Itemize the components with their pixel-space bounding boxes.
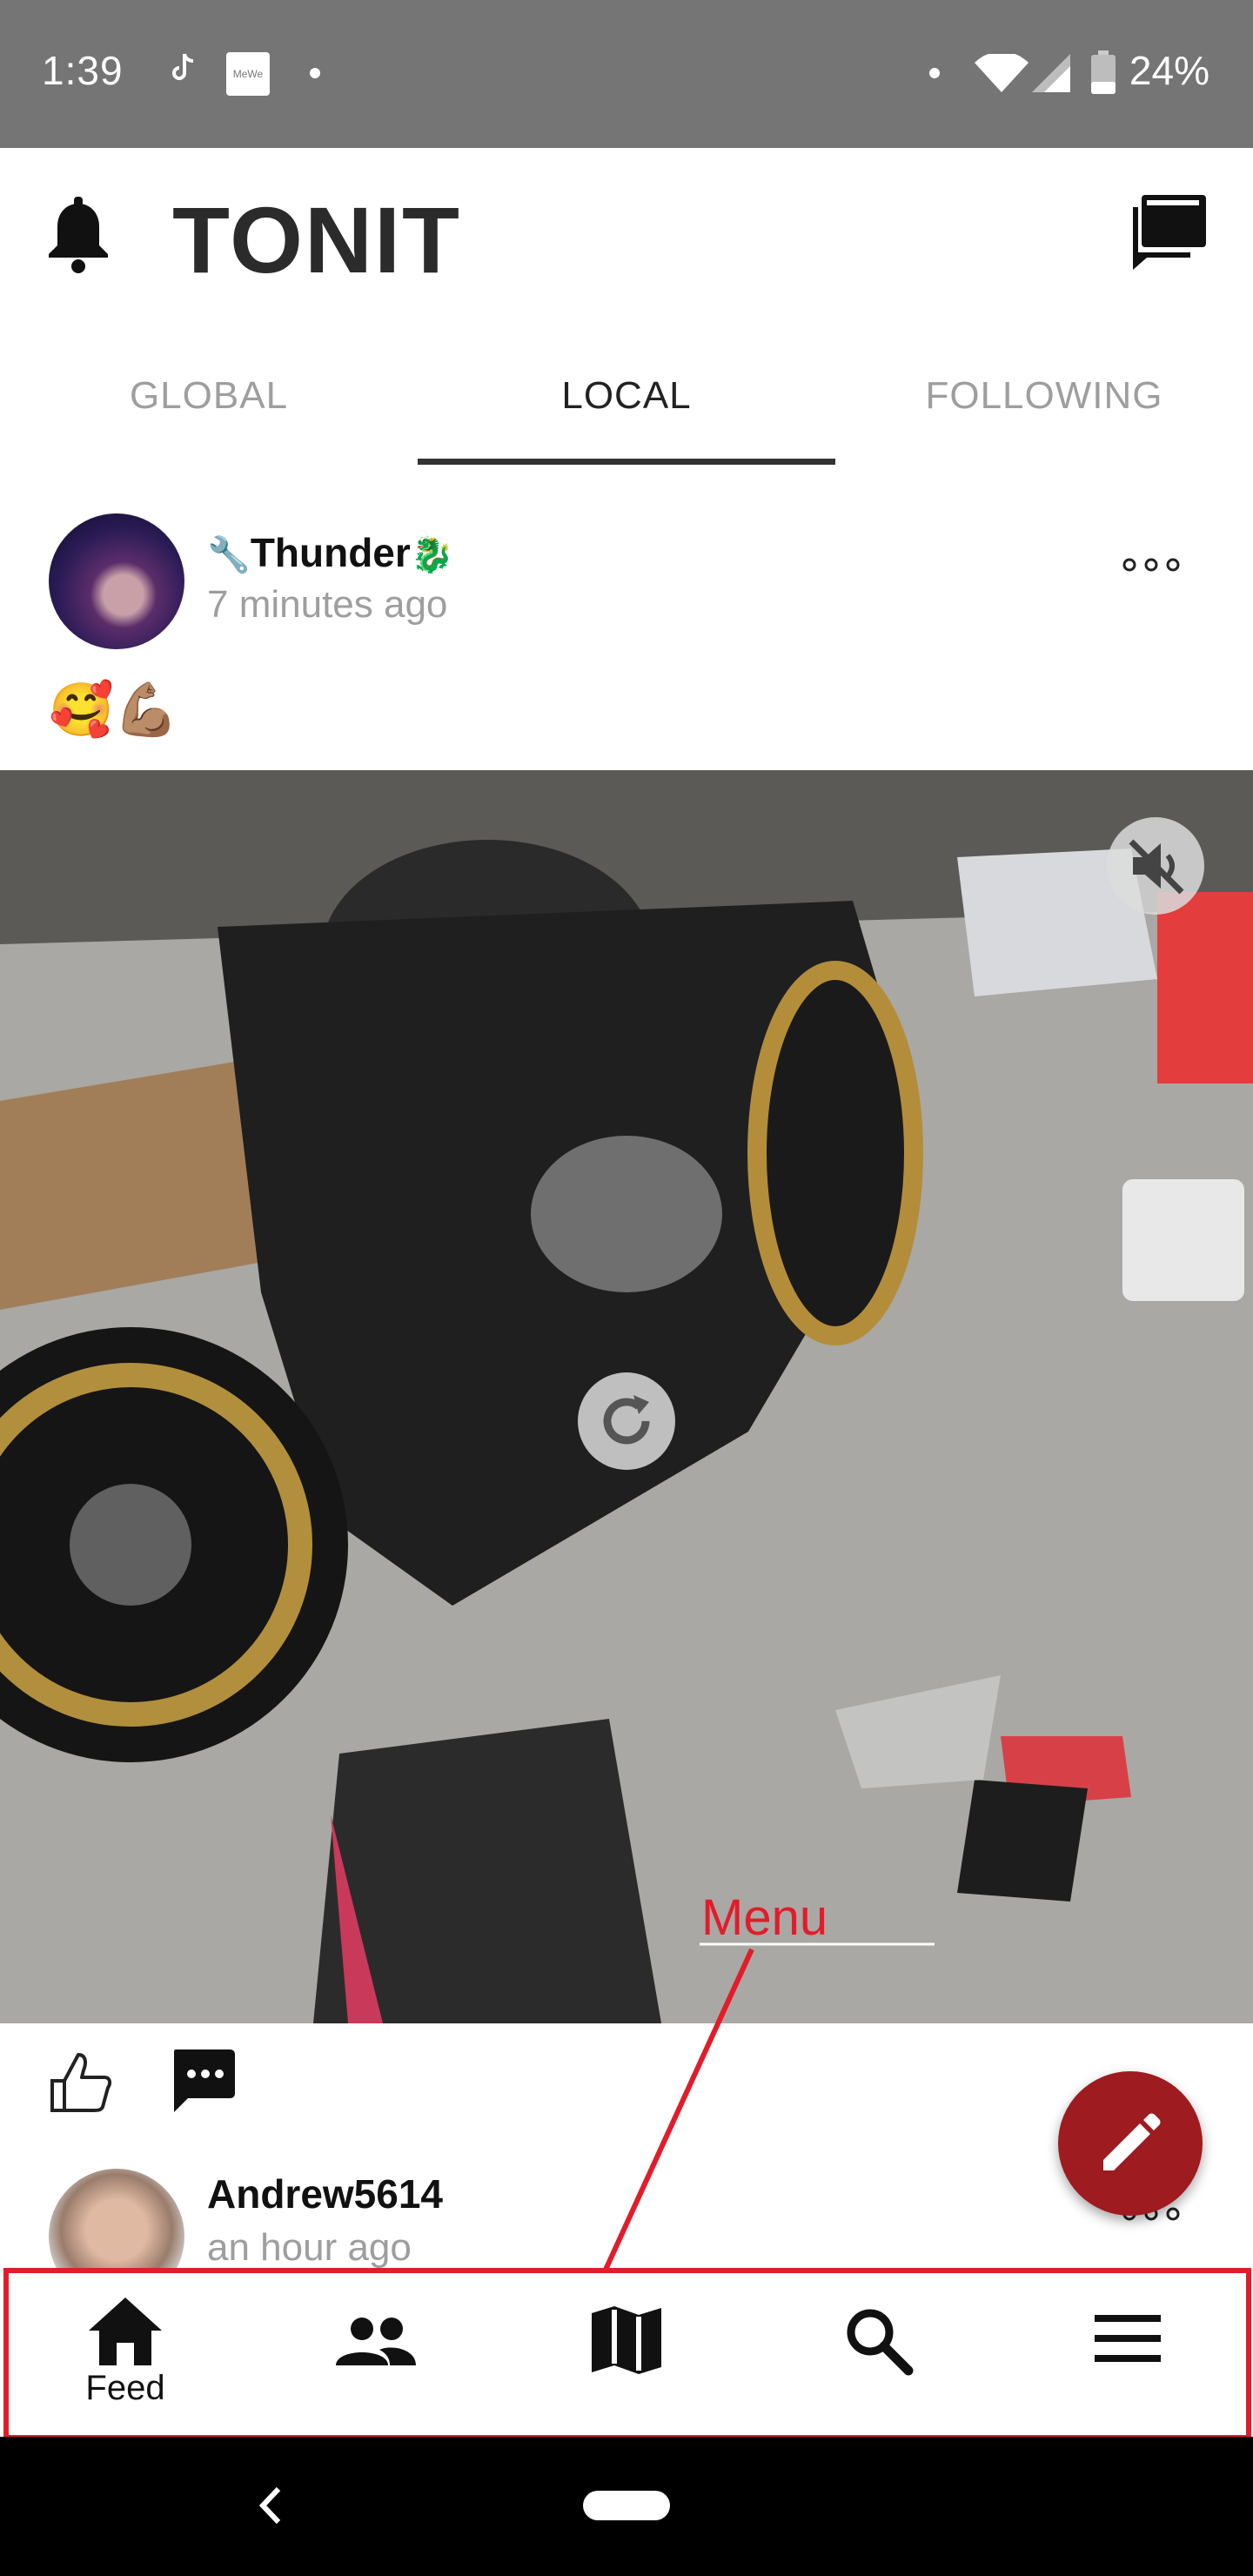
back-icon[interactable]: [258, 2485, 284, 2530]
home-pill[interactable]: [583, 2491, 670, 2520]
annotation-highlight-box: [3, 2268, 1251, 2440]
system-nav-bar: [0, 2437, 1253, 2576]
annotation-pointer: [603, 1942, 935, 2271]
